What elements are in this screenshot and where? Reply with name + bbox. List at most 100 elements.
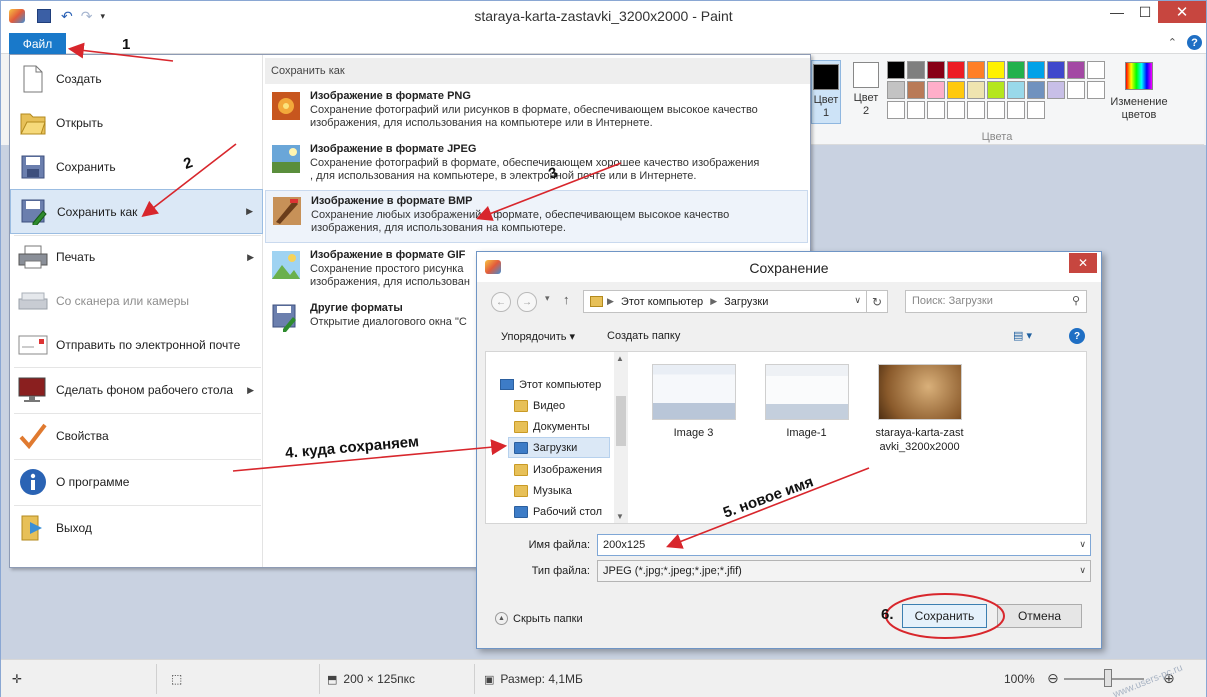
breadcrumb-this-pc[interactable]: Этот компьютер: [621, 296, 703, 308]
forward-icon[interactable]: →: [517, 292, 537, 312]
filename-label: Имя файла:: [528, 539, 590, 551]
address-bar[interactable]: ▶ Этот компьютер ▶ Загрузки ∨: [583, 290, 867, 313]
menu-item-scanner[interactable]: Со сканера или камеры: [10, 279, 263, 323]
palette-swatch[interactable]: [967, 81, 985, 99]
palette-swatch[interactable]: [1027, 61, 1045, 79]
menu-item-exit[interactable]: Выход: [10, 506, 263, 550]
refresh-icon[interactable]: ↻: [866, 290, 888, 313]
save-button[interactable]: Сохранить: [902, 604, 987, 628]
tree-item-documents[interactable]: Документы: [514, 416, 590, 437]
scroll-thumb[interactable]: [616, 396, 626, 446]
dialog-close-button[interactable]: ✕: [1069, 253, 1097, 273]
filename-dropdown-icon[interactable]: ∨: [1079, 539, 1086, 550]
help-icon[interactable]: ?: [1187, 35, 1202, 50]
dialog-help-icon[interactable]: ?: [1069, 328, 1085, 344]
back-icon[interactable]: ←: [491, 292, 511, 312]
file-item[interactable]: staraya-karta-zast avki_3200x2000: [872, 364, 967, 454]
view-options-icon[interactable]: ▤ ▾: [1013, 329, 1032, 342]
menu-item-save-as[interactable]: Сохранить как ▶: [10, 189, 263, 234]
annotation-6: 6.: [881, 606, 894, 623]
maximize-button[interactable]: ☐: [1132, 1, 1158, 23]
palette-swatch[interactable]: [887, 81, 905, 99]
palette-swatch[interactable]: [947, 101, 965, 119]
minimize-button[interactable]: —: [1104, 1, 1130, 23]
color1-swatch: [813, 64, 839, 90]
menu-item-properties[interactable]: Свойства: [10, 414, 263, 458]
palette-swatch[interactable]: [987, 81, 1005, 99]
tree-item-music[interactable]: Музыка: [514, 480, 572, 501]
menu-item-print[interactable]: Печать ▶: [10, 235, 263, 279]
zoom-level: 100%: [1004, 672, 1035, 686]
palette-swatch[interactable]: [1047, 81, 1065, 99]
filetype-select[interactable]: JPEG (*.jpg;*.jpeg;*.jpe;*.jfif) ∨: [597, 560, 1091, 582]
palette-swatch[interactable]: [1067, 61, 1085, 79]
menu-item-new[interactable]: Создать: [10, 57, 263, 101]
filetype-dropdown-icon[interactable]: ∨: [1079, 565, 1086, 576]
palette-swatch[interactable]: [927, 81, 945, 99]
tree-item-video[interactable]: Видео: [514, 395, 565, 416]
palette-swatch[interactable]: [1087, 61, 1105, 79]
palette-swatch[interactable]: [1007, 81, 1025, 99]
format-bmp[interactable]: Изображение в формате BMP Сохранение люб…: [265, 190, 808, 243]
palette-swatch[interactable]: [907, 101, 925, 119]
format-jpeg[interactable]: Изображение в формате JPEG Сохранение фо…: [265, 139, 808, 192]
scroll-up-icon[interactable]: ▲: [616, 354, 624, 363]
color2-swatch: [853, 62, 879, 88]
palette-swatch[interactable]: [887, 101, 905, 119]
palette-swatch[interactable]: [987, 61, 1005, 79]
palette-swatch[interactable]: [1007, 101, 1025, 119]
palette-swatch[interactable]: [1067, 81, 1085, 99]
palette-swatch[interactable]: [927, 101, 945, 119]
palette-swatch[interactable]: [927, 61, 945, 79]
palette-swatch[interactable]: [907, 61, 925, 79]
file-item[interactable]: Image-1: [759, 364, 854, 440]
cancel-button[interactable]: Отмена: [997, 604, 1082, 628]
palette-swatch[interactable]: [1027, 101, 1045, 119]
format-png[interactable]: Изображение в формате PNG Сохранение фот…: [265, 86, 808, 139]
zoom-slider-thumb[interactable]: [1104, 669, 1112, 687]
palette-swatch[interactable]: [887, 61, 905, 79]
menu-item-set-desktop[interactable]: Сделать фоном рабочего стола ▶: [10, 368, 263, 412]
palette-swatch[interactable]: [907, 81, 925, 99]
palette-swatch[interactable]: [1007, 61, 1025, 79]
tree-scrollbar[interactable]: ▲ ▼: [614, 352, 628, 523]
tree-item-pictures[interactable]: Изображения: [514, 459, 602, 480]
image-dimensions: ⬒ 200 × 125пкс: [327, 672, 415, 686]
address-dropdown-icon[interactable]: ∨: [854, 295, 861, 306]
organize-button[interactable]: Упорядочить ▾: [501, 330, 575, 343]
palette-swatch[interactable]: [967, 101, 985, 119]
menu-item-email[interactable]: Отправить по электронной почте: [10, 323, 263, 367]
breadcrumb-downloads[interactable]: Загрузки: [724, 296, 768, 308]
format-desc: изображения, для использования на компью…: [310, 117, 653, 129]
hide-folders-toggle[interactable]: ▲ Скрыть папки: [495, 612, 583, 625]
scroll-down-icon[interactable]: ▼: [616, 512, 624, 521]
file-tab[interactable]: Файл: [9, 33, 66, 54]
menu-item-about[interactable]: О программе: [10, 460, 263, 504]
tree-item-desktop[interactable]: Рабочий стол: [514, 501, 602, 522]
file-thumbnail: [764, 364, 849, 420]
zoom-out-icon[interactable]: ⊖: [1047, 670, 1059, 687]
search-input[interactable]: Поиск: Загрузки ⚲: [905, 290, 1087, 313]
file-item[interactable]: Image 3: [646, 364, 741, 440]
tree-root-this-pc[interactable]: Этот компьютер: [500, 374, 601, 395]
up-icon[interactable]: ↑: [563, 292, 570, 307]
recent-dropdown-icon[interactable]: ▾: [545, 293, 550, 304]
menu-item-open[interactable]: Открыть: [10, 101, 263, 145]
color1-selector[interactable]: Цвет 1: [811, 60, 841, 124]
palette-swatch[interactable]: [1087, 81, 1105, 99]
close-button[interactable]: ✕: [1158, 1, 1206, 23]
palette-swatch[interactable]: [967, 61, 985, 79]
color2-selector[interactable]: Цвет 2: [849, 62, 883, 118]
palette-swatch[interactable]: [947, 81, 965, 99]
filename-input[interactable]: 200x125 ∨: [597, 534, 1091, 556]
palette-swatch[interactable]: [1027, 81, 1045, 99]
palette-swatch[interactable]: [987, 101, 1005, 119]
edit-colors-button[interactable]: Изменение цветов: [1109, 62, 1169, 122]
palette-swatch[interactable]: [1047, 61, 1065, 79]
hide-folders-label: Скрыть папки: [513, 612, 583, 625]
tree-item-downloads[interactable]: Загрузки: [508, 437, 610, 458]
palette-swatch[interactable]: [947, 61, 965, 79]
menu-item-save[interactable]: Сохранить: [10, 145, 263, 189]
collapse-ribbon-icon[interactable]: ⌃: [1168, 36, 1177, 49]
new-folder-button[interactable]: Создать папку: [607, 330, 680, 342]
